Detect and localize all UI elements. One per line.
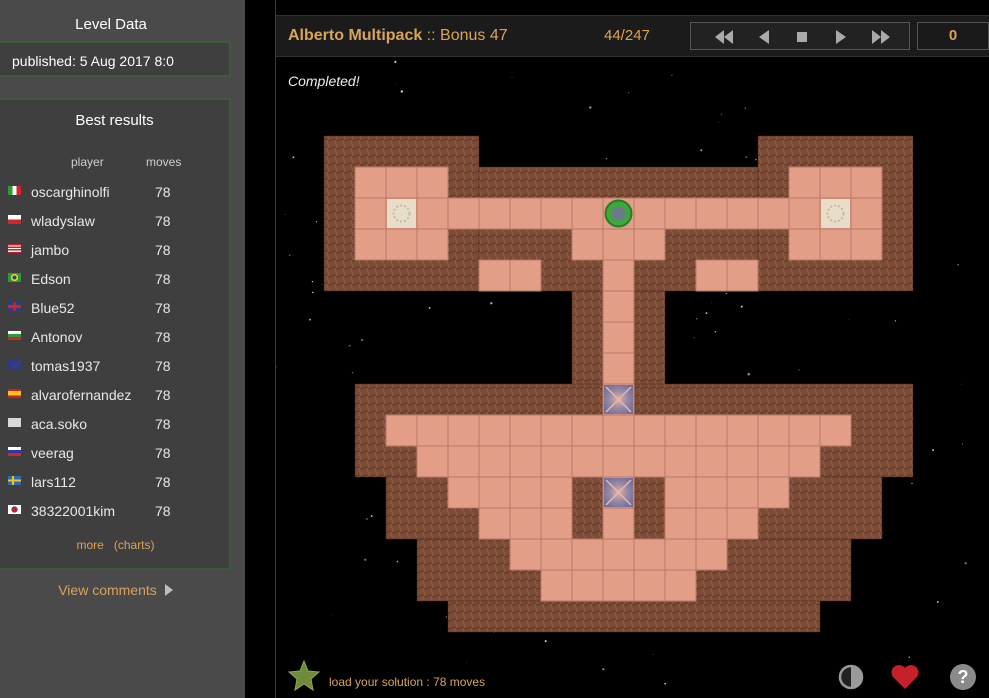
help-icon[interactable]: ? bbox=[950, 664, 976, 690]
australia-flag bbox=[8, 360, 21, 369]
result-row[interactable]: tomas1937 78 bbox=[0, 358, 231, 387]
player-name[interactable]: wladyslaw bbox=[31, 213, 95, 229]
result-row[interactable]: veerag 78 bbox=[0, 445, 231, 474]
player-moves: 78 bbox=[155, 445, 171, 461]
result-row[interactable]: alvarofernandez 78 bbox=[0, 387, 231, 416]
result-row[interactable]: lars112 78 bbox=[0, 474, 231, 503]
arrow-right-icon bbox=[164, 584, 173, 596]
player-moves: 78 bbox=[155, 271, 171, 287]
sweden-flag bbox=[8, 476, 21, 485]
player-name[interactable]: veerag bbox=[31, 445, 74, 461]
player-moves: 78 bbox=[155, 184, 171, 200]
player-moves: 78 bbox=[155, 503, 171, 519]
result-row[interactable]: Antonov 78 bbox=[0, 329, 231, 358]
player-name[interactable]: aca.soko bbox=[31, 416, 87, 432]
result-row[interactable]: Blue52 78 bbox=[0, 300, 231, 329]
player-name[interactable]: tomas1937 bbox=[31, 358, 100, 374]
result-row[interactable]: oscarghinolfi 78 bbox=[0, 184, 231, 213]
player-name[interactable]: Edson bbox=[31, 271, 71, 287]
game-area: Alberto Multipack :: Bonus 47 44/247 0 C… bbox=[275, 0, 989, 698]
storage-tile bbox=[387, 199, 416, 228]
italy-flag bbox=[8, 186, 21, 195]
sokoban-board[interactable] bbox=[276, 0, 989, 698]
brazil-flag bbox=[8, 273, 21, 282]
player-moves: 78 bbox=[155, 213, 171, 229]
more-link[interactable]: more bbox=[76, 538, 103, 552]
result-row[interactable]: aca.soko 78 bbox=[0, 416, 231, 445]
player-name[interactable]: oscarghinolfi bbox=[31, 184, 110, 200]
sidebar: Level Data published: 5 Aug 2017 8:0 Bes… bbox=[0, 0, 245, 698]
uk-flag bbox=[8, 302, 21, 311]
player-name[interactable]: alvarofernandez bbox=[31, 387, 131, 403]
charts-link[interactable]: (charts) bbox=[114, 538, 155, 552]
heart-icon[interactable] bbox=[890, 664, 920, 690]
blank-flag bbox=[8, 418, 21, 427]
result-row[interactable]: Edson 78 bbox=[0, 271, 231, 300]
star-icon[interactable] bbox=[288, 660, 320, 692]
published-date: published: 5 Aug 2017 8:0 bbox=[0, 41, 231, 77]
result-row[interactable]: 38322001kim 78 bbox=[0, 503, 231, 532]
player-moves: 78 bbox=[155, 416, 171, 432]
more-links: more (charts) bbox=[0, 538, 231, 552]
player-moves: 78 bbox=[155, 300, 171, 316]
result-row[interactable]: jambo 78 bbox=[0, 242, 231, 271]
usa-flag bbox=[8, 244, 21, 253]
player-moves: 78 bbox=[155, 329, 171, 345]
storage-tile bbox=[821, 199, 850, 228]
player-name[interactable]: Blue52 bbox=[31, 300, 75, 316]
divider bbox=[245, 0, 275, 698]
load-solution-link[interactable]: load your solution : 78 moves bbox=[329, 675, 485, 689]
player-moves: 78 bbox=[155, 242, 171, 258]
view-comments-label: View comments bbox=[58, 582, 157, 598]
level-data-title: Level Data bbox=[75, 16, 147, 33]
column-header-moves: moves bbox=[146, 155, 182, 169]
player-moves: 78 bbox=[155, 358, 171, 374]
poland-flag bbox=[8, 215, 21, 224]
result-row[interactable]: wladyslaw 78 bbox=[0, 213, 231, 242]
russia-flag bbox=[8, 447, 21, 456]
view-comments-button[interactable]: View comments bbox=[0, 582, 231, 598]
spain-flag bbox=[8, 389, 21, 398]
player-name[interactable]: jambo bbox=[31, 242, 69, 258]
contrast-icon[interactable] bbox=[838, 664, 864, 690]
column-header-player: player bbox=[71, 155, 104, 169]
korea-flag bbox=[8, 505, 21, 514]
best-results-title: Best results bbox=[75, 112, 154, 129]
player-name[interactable]: lars112 bbox=[31, 474, 76, 490]
best-results-panel: Best results player moves oscarghinolfi 7… bbox=[0, 98, 231, 570]
player-token-center bbox=[611, 206, 626, 221]
player-moves: 78 bbox=[155, 387, 171, 403]
player-name[interactable]: 38322001kim bbox=[31, 503, 115, 519]
player-name[interactable]: Antonov bbox=[31, 329, 82, 345]
player-moves: 78 bbox=[155, 474, 171, 490]
bulgaria-flag bbox=[8, 331, 21, 340]
